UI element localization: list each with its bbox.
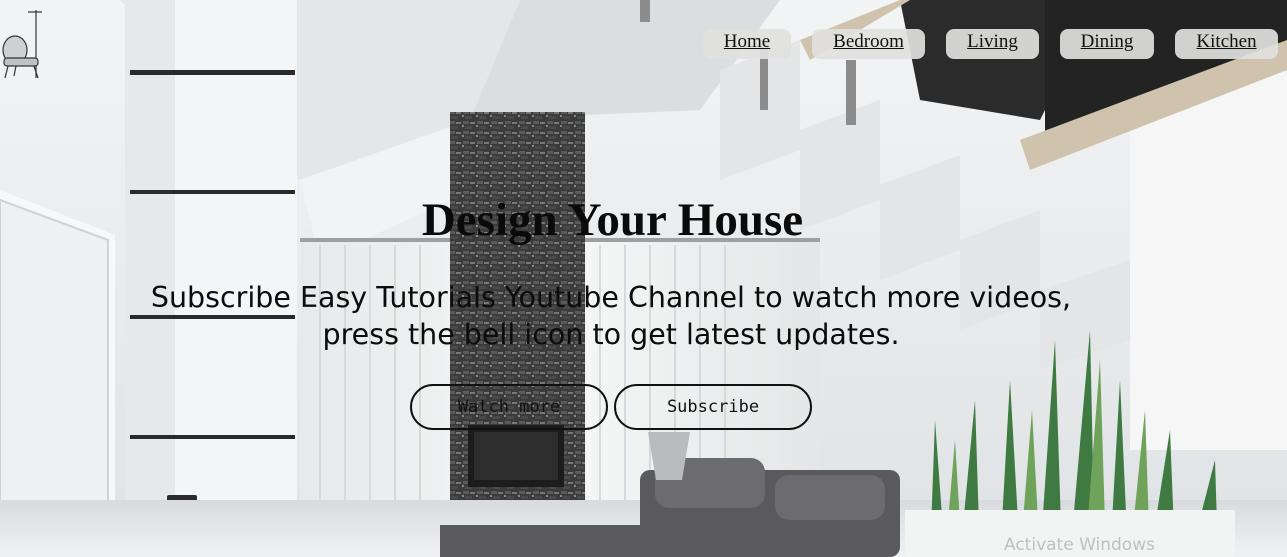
hero-subtitle-line-2: press the bell icon to get latest update… <box>322 318 900 351</box>
nav-dining-link[interactable]: Dining <box>1060 29 1154 59</box>
activate-windows-watermark: Activate Windows <box>1004 535 1155 555</box>
subscribe-button[interactable]: Subscribe <box>614 384 812 430</box>
watch-more-button[interactable]: Watch more <box>410 384 608 430</box>
main-nav: Home Bedroom Living Dining Kitchen <box>0 29 1287 59</box>
nav-kitchen-link[interactable]: Kitchen <box>1175 29 1278 59</box>
nav-bedroom-link[interactable]: Bedroom <box>812 29 925 59</box>
nav-living-link[interactable]: Living <box>946 29 1039 59</box>
hero-title: Design Your House <box>421 194 804 246</box>
hero-subtitle-line-1: Subscribe Easy Tutorials Youtube Channel… <box>150 281 1072 314</box>
nav-home-link[interactable]: Home <box>703 29 791 59</box>
hero-subtitle: Subscribe Easy Tutorials Youtube Channel… <box>100 279 1122 353</box>
